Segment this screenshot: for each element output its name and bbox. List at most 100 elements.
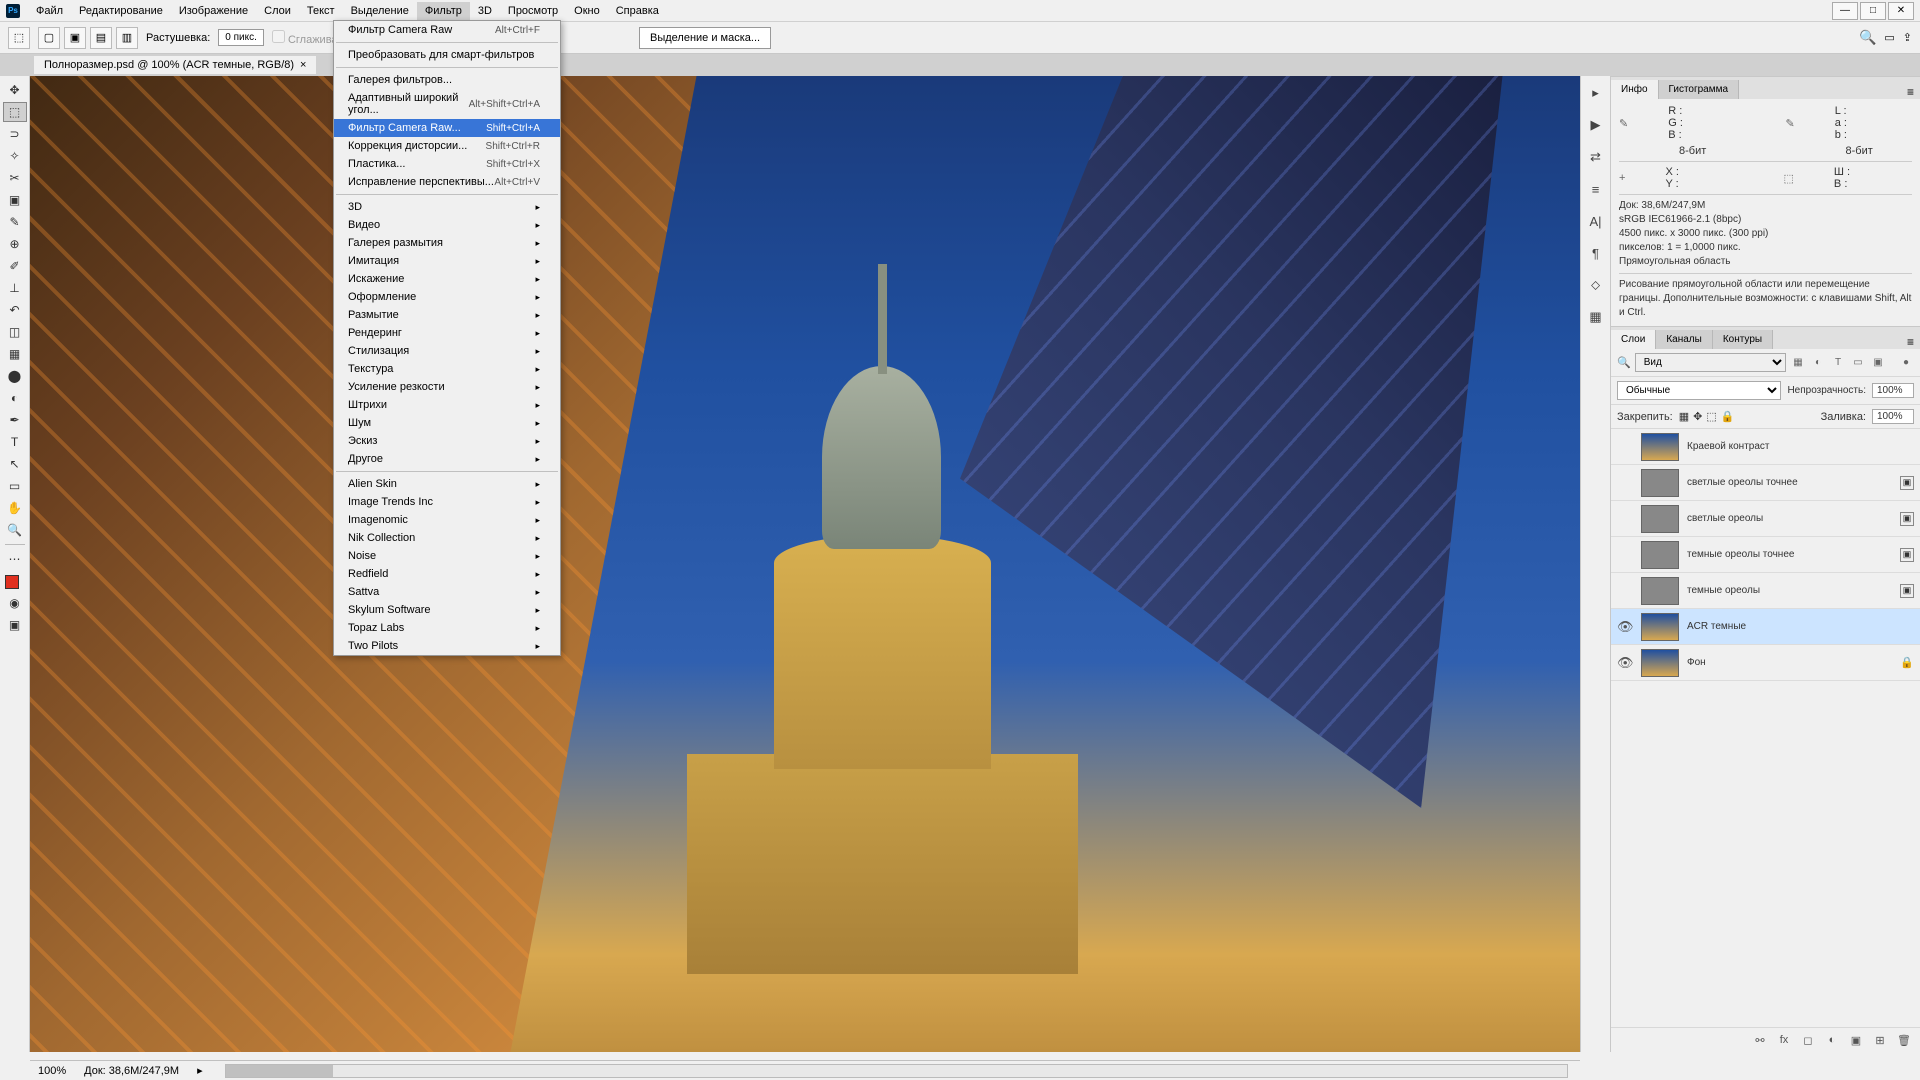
workspace-icon[interactable]: ▭ [1884, 31, 1894, 44]
filter-toggle-icon[interactable]: ● [1898, 355, 1914, 371]
menu-item[interactable]: Размытие▸ [334, 306, 560, 324]
menu-item[interactable]: Текстура▸ [334, 360, 560, 378]
fx-icon[interactable]: fx [1776, 1032, 1792, 1048]
menu-item[interactable]: Галерея фильтров... [334, 71, 560, 89]
move-tool[interactable]: ✥ [3, 80, 27, 100]
layer-item[interactable]: 👁Фон🔒 [1611, 645, 1920, 681]
filter-shape-icon[interactable]: ▭ [1850, 355, 1866, 371]
lasso-tool[interactable]: ⊃ [3, 124, 27, 144]
menu-item[interactable]: Шум▸ [334, 414, 560, 432]
share-icon[interactable]: ⇪ [1903, 31, 1912, 44]
edit-toolbar[interactable]: ⋯ [3, 549, 27, 569]
menu-слои[interactable]: Слои [256, 2, 299, 20]
panel-menu-icon[interactable]: ≡ [1901, 85, 1920, 99]
layer-item[interactable]: светлые ореолы▣ [1611, 501, 1920, 537]
tab-histogram[interactable]: Гистограмма [1659, 80, 1740, 99]
menu-item[interactable]: Рендеринг▸ [334, 324, 560, 342]
layer-name[interactable]: светлые ореолы точнее [1687, 477, 1892, 488]
canvas-area[interactable] [30, 76, 1580, 1052]
menu-item[interactable]: Фильтр Camera RawAlt+Ctrl+F [334, 21, 560, 39]
minimize-button[interactable]: — [1832, 2, 1858, 20]
layer-thumbnail[interactable] [1641, 469, 1679, 497]
play-icon[interactable]: ▶ [1585, 114, 1607, 136]
layer-name[interactable]: Фон [1687, 657, 1892, 668]
menu-выделение[interactable]: Выделение [343, 2, 417, 20]
menu-item[interactable]: Nik Collection▸ [334, 529, 560, 547]
fill-input[interactable]: 100% [1872, 409, 1914, 424]
menu-item[interactable]: Преобразовать для смарт-фильтров [334, 46, 560, 64]
menu-item[interactable]: Alien Skin▸ [334, 475, 560, 493]
menu-item[interactable]: Эскиз▸ [334, 432, 560, 450]
menu-item[interactable]: Imagenomic▸ [334, 511, 560, 529]
select-mask-button[interactable]: Выделение и маска... [639, 27, 771, 49]
add-selection-icon[interactable]: ▣ [64, 27, 86, 49]
marquee-tool[interactable]: ⬚ [3, 102, 27, 122]
document-tab[interactable]: Полноразмер.psd @ 100% (ACR темные, RGB/… [34, 56, 316, 74]
intersect-selection-icon[interactable]: ▥ [116, 27, 138, 49]
menu-item[interactable]: Sattva▸ [334, 583, 560, 601]
layer-thumbnail[interactable] [1641, 505, 1679, 533]
menu-item[interactable]: Стилизация▸ [334, 342, 560, 360]
menu-item[interactable]: Noise▸ [334, 547, 560, 565]
blend-mode-select[interactable]: Обычные [1617, 381, 1781, 400]
gradient-tool[interactable]: ▦ [3, 344, 27, 364]
menu-item[interactable]: Имитация▸ [334, 252, 560, 270]
document-canvas[interactable] [30, 76, 1580, 1052]
layer-filter-select[interactable]: Вид [1635, 353, 1786, 372]
menu-item[interactable]: Видео▸ [334, 216, 560, 234]
opacity-input[interactable]: 100% [1872, 383, 1914, 398]
mask-icon[interactable]: ◻ [1800, 1032, 1816, 1048]
pen-tool[interactable]: ✒ [3, 410, 27, 430]
menu-item[interactable]: Оформление▸ [334, 288, 560, 306]
menu-item[interactable]: Skylum Software▸ [334, 601, 560, 619]
tab-channels[interactable]: Каналы [1656, 330, 1713, 349]
brush-panel-icon[interactable]: ≡ [1585, 178, 1607, 200]
layer-thumbnail[interactable] [1641, 649, 1679, 677]
menu-item[interactable]: Адаптивный широкий угол...Alt+Shift+Ctrl… [334, 89, 560, 119]
layer-thumbnail[interactable] [1641, 577, 1679, 605]
cube-icon[interactable]: ⬦ [1585, 274, 1607, 296]
chevron-right-icon[interactable]: ▸ [197, 1064, 203, 1077]
menu-item[interactable]: Коррекция дисторсии...Shift+Ctrl+R [334, 137, 560, 155]
search-icon[interactable]: 🔍 [1859, 29, 1876, 46]
zoom-tool[interactable]: 🔍 [3, 520, 27, 540]
tab-info[interactable]: Инфо [1611, 80, 1659, 99]
layer-thumbnail[interactable] [1641, 433, 1679, 461]
filter-smart-icon[interactable]: ▣ [1870, 355, 1886, 371]
menu-item[interactable]: Усиление резкости▸ [334, 378, 560, 396]
feather-input[interactable]: 0 пикс. [218, 29, 264, 46]
tab-paths[interactable]: Контуры [1713, 330, 1773, 349]
trash-icon[interactable]: 🗑 [1896, 1032, 1912, 1048]
quick-mask-tool[interactable]: ◉ [3, 593, 27, 613]
frame-tool[interactable]: ▣ [3, 190, 27, 210]
menu-item[interactable]: Topaz Labs▸ [334, 619, 560, 637]
layer-name[interactable]: светлые ореолы [1687, 513, 1892, 524]
layer-thumbnail[interactable] [1641, 541, 1679, 569]
layer-item[interactable]: светлые ореолы точнее▣ [1611, 465, 1920, 501]
foreground-color[interactable] [5, 575, 19, 589]
lock-artboard-icon[interactable]: ⬚ [1706, 410, 1716, 423]
swatches-icon[interactable]: ▦ [1585, 306, 1607, 328]
layer-name[interactable]: темные ореолы точнее [1687, 549, 1892, 560]
lock-all-icon[interactable]: 🔒 [1721, 410, 1735, 423]
paragraph-icon[interactable]: ¶ [1585, 242, 1607, 264]
magic-wand-tool[interactable]: ✧ [3, 146, 27, 166]
eraser-tool[interactable]: ◫ [3, 322, 27, 342]
character-icon[interactable]: A| [1585, 210, 1607, 232]
layer-item[interactable]: темные ореолы▣ [1611, 573, 1920, 609]
layer-name[interactable]: Краевой контраст [1687, 441, 1914, 452]
visibility-icon[interactable]: 👁 [1617, 619, 1633, 635]
menu-item[interactable]: Image Trends Inc▸ [334, 493, 560, 511]
history-brush-tool[interactable]: ↶ [3, 300, 27, 320]
link-icon[interactable]: ⚯ [1752, 1032, 1768, 1048]
blur-tool[interactable]: ⬤ [3, 366, 27, 386]
type-tool[interactable]: T [3, 432, 27, 452]
shape-tool[interactable]: ▭ [3, 476, 27, 496]
menu-item[interactable]: Фильтр Camera Raw...Shift+Ctrl+A [334, 119, 560, 137]
group-icon[interactable]: ▣ [1848, 1032, 1864, 1048]
maximize-button[interactable]: □ [1860, 2, 1886, 20]
tab-layers[interactable]: Слои [1611, 330, 1656, 349]
close-button[interactable]: ✕ [1888, 2, 1914, 20]
layer-name[interactable]: ACR темные [1687, 621, 1914, 632]
hand-tool[interactable]: ✋ [3, 498, 27, 518]
